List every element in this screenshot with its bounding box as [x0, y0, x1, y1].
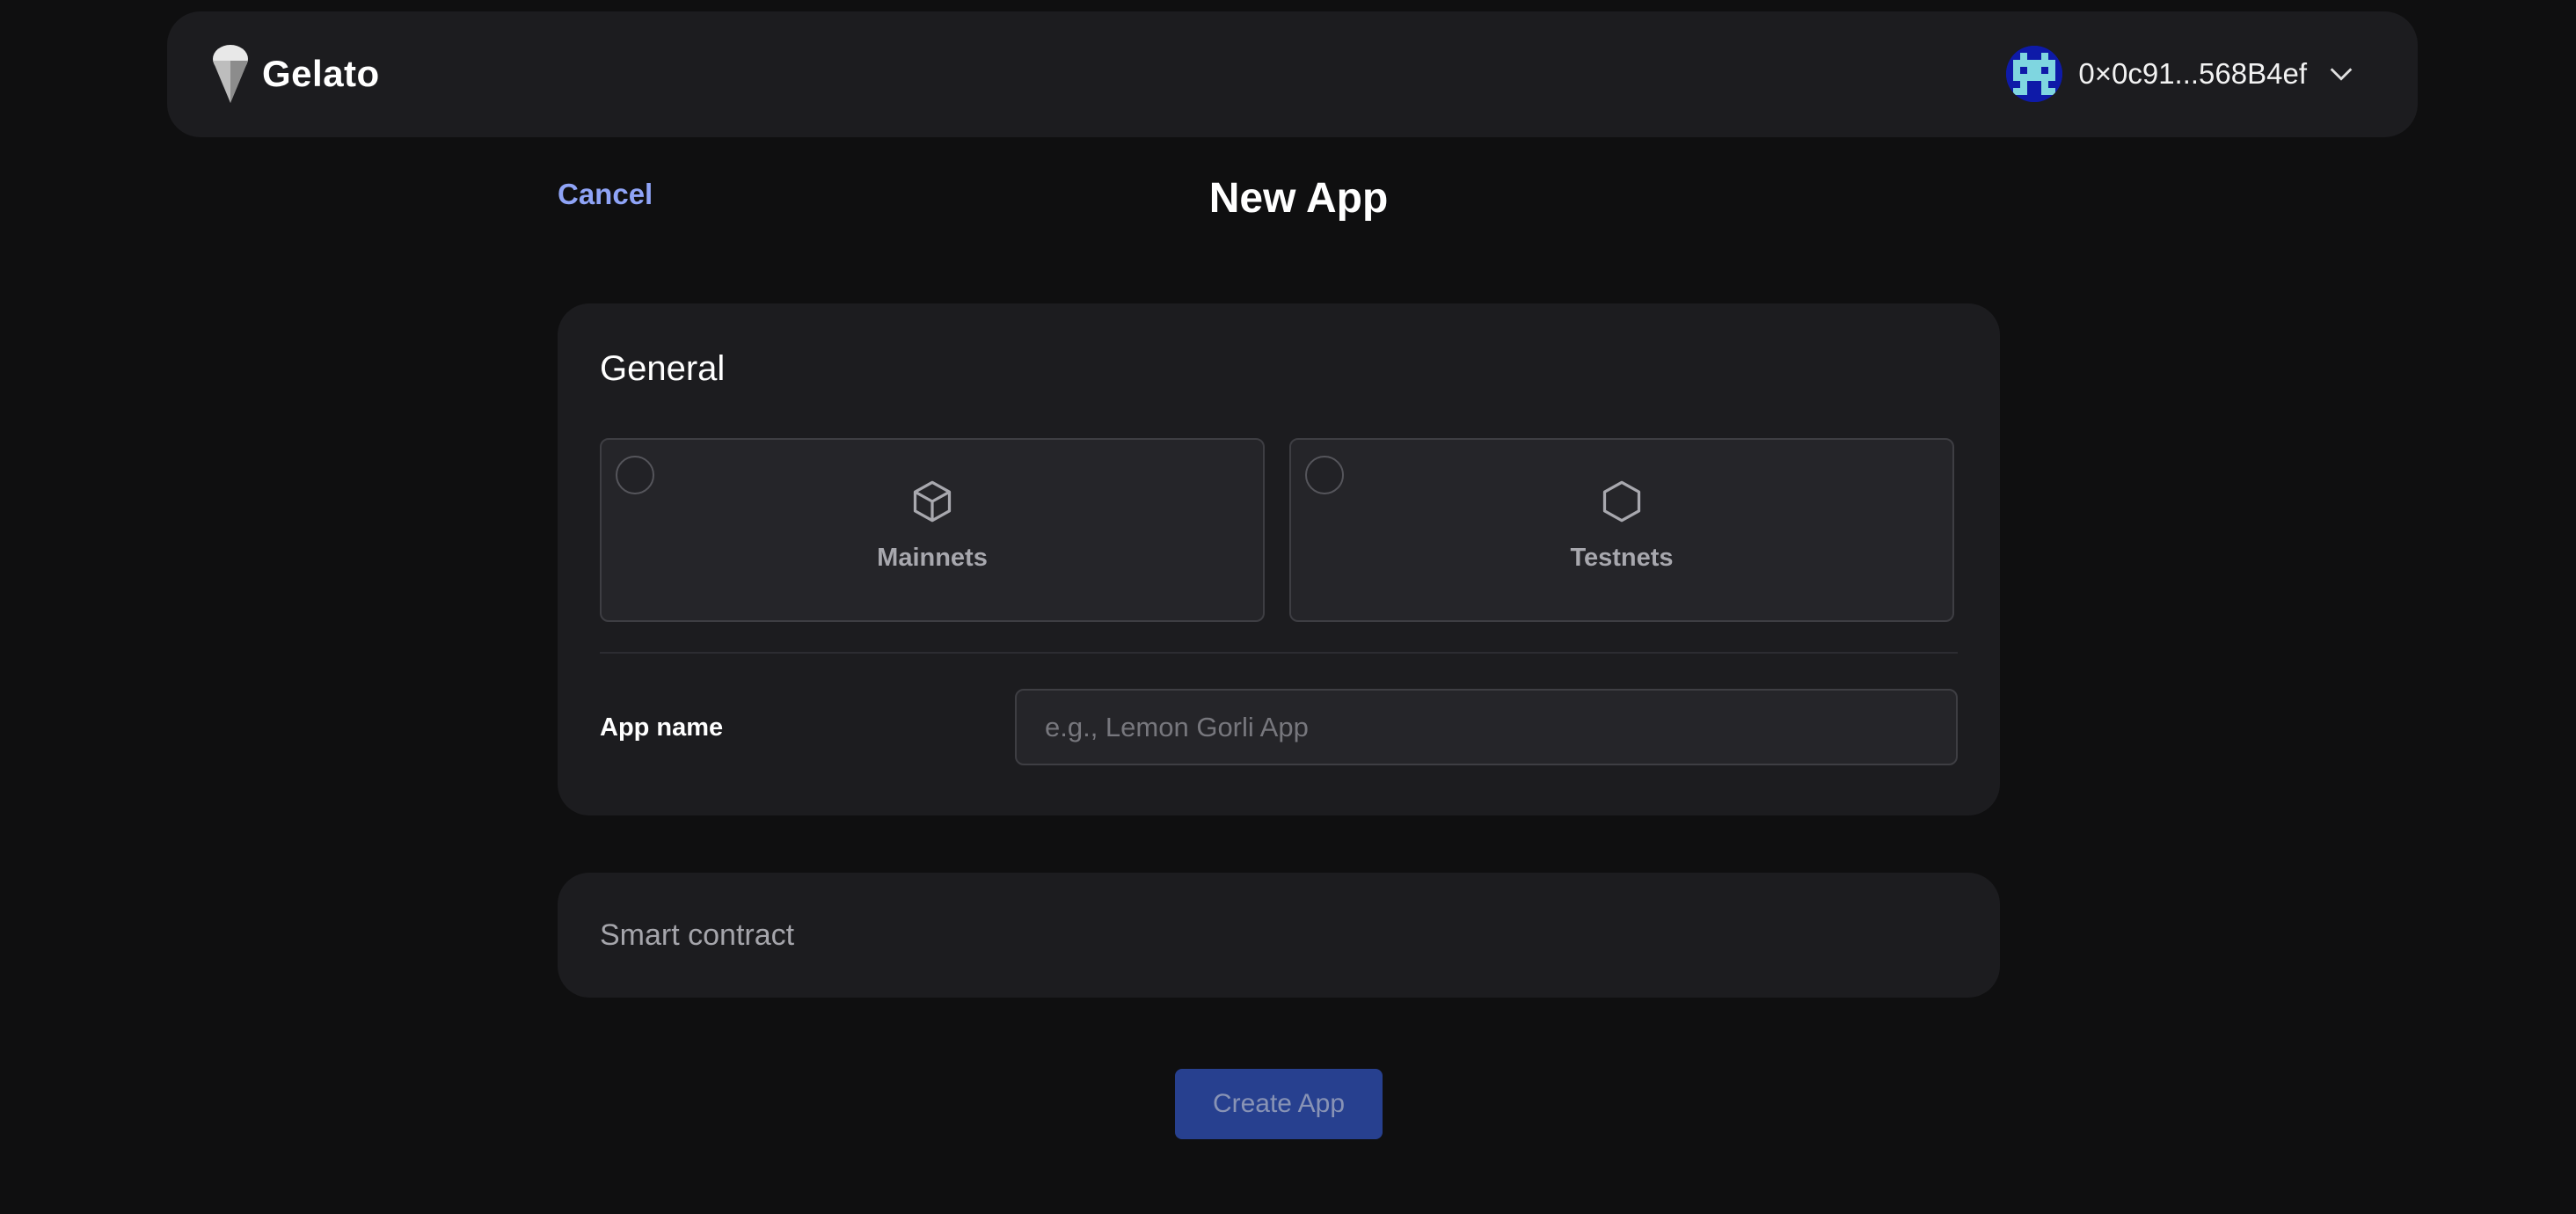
- network-option-mainnets[interactable]: Mainnets: [600, 438, 1265, 622]
- brand-name: Gelato: [262, 53, 380, 94]
- smart-contract-section[interactable]: Smart contract: [558, 873, 2000, 998]
- smart-contract-title: Smart contract: [600, 918, 795, 952]
- testnets-radio[interactable]: [1305, 456, 1344, 494]
- avatar-identicon-icon: [2006, 46, 2063, 102]
- wallet-address: 0×0c91...568B4ef: [2078, 57, 2307, 90]
- mainnets-radio[interactable]: [616, 456, 654, 494]
- app-name-label: App name: [600, 713, 724, 742]
- cube-icon: [913, 480, 952, 523]
- gelato-logo[interactable]: Gelato: [211, 43, 380, 105]
- create-app-button[interactable]: Create App: [1175, 1069, 1383, 1139]
- mainnets-label: Mainnets: [877, 544, 988, 572]
- testnets-label: Testnets: [1570, 544, 1674, 572]
- network-option-testnets[interactable]: Testnets: [1289, 438, 1954, 622]
- account-menu[interactable]: 0×0c91...568B4ef: [2006, 45, 2356, 103]
- chevron-down-icon: [2330, 68, 2353, 81]
- app-name-input[interactable]: [1015, 689, 1958, 765]
- section-divider: [600, 652, 1958, 654]
- top-navbar: Gelato 0×0c91...568B4ef: [167, 11, 2418, 137]
- avatar: [2006, 46, 2063, 102]
- hexagon-icon: [1602, 480, 1641, 523]
- general-section: General Mainnets Testnets App name: [558, 304, 2000, 815]
- gelato-logo-icon: [213, 45, 248, 103]
- page-title: New App: [1208, 175, 1389, 222]
- general-section-title: General: [600, 349, 726, 388]
